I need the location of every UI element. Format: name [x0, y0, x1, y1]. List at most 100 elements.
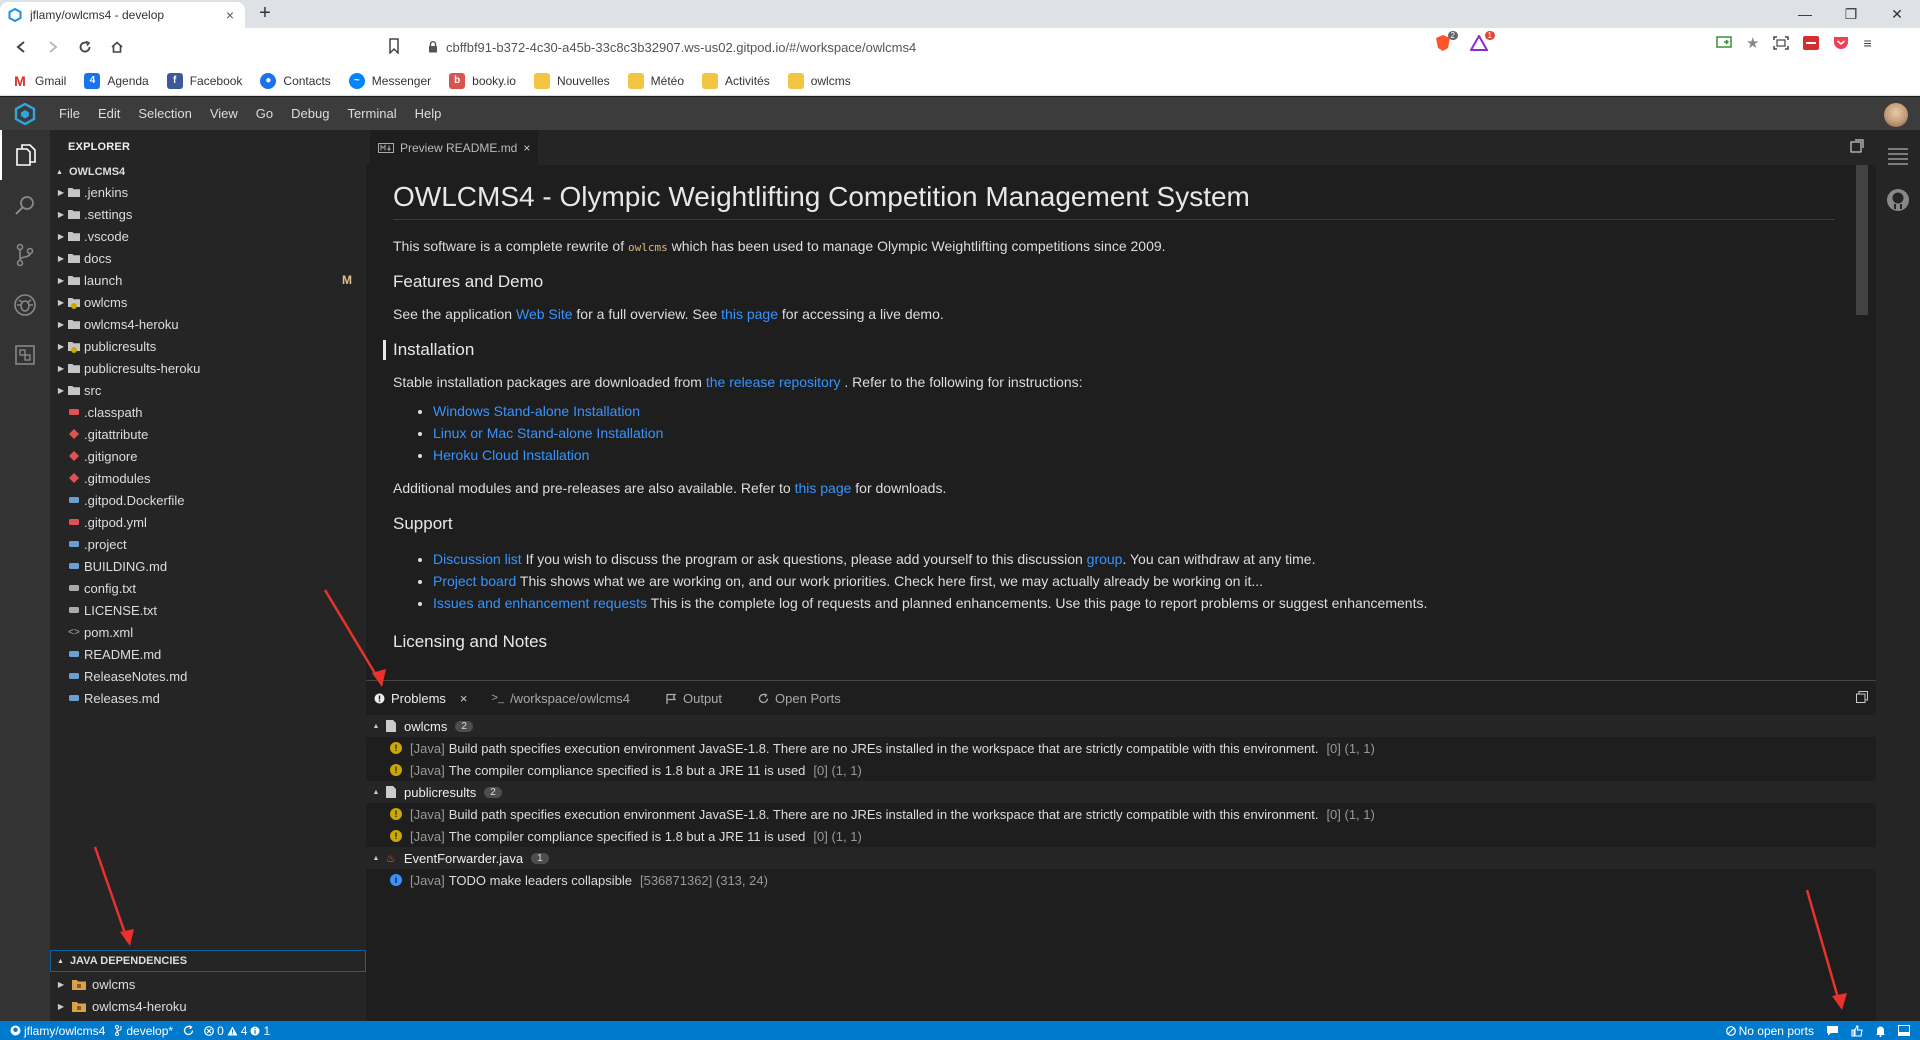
- file-item[interactable]: Releases.md: [50, 687, 366, 709]
- folder-item[interactable]: ▶ publicresults-heroku: [50, 357, 366, 379]
- problem-group[interactable]: ▲ publicresults 2: [366, 781, 1876, 803]
- close-window-icon[interactable]: ✕: [1874, 0, 1920, 28]
- bookmark-booky[interactable]: b booky.io: [449, 72, 516, 89]
- star-icon[interactable]: ★: [1746, 34, 1759, 52]
- menu-edit[interactable]: Edit: [89, 106, 129, 121]
- issues-link[interactable]: Issues and enhancement requests: [433, 595, 647, 611]
- file-item[interactable]: .gitignore: [50, 445, 366, 467]
- repo-item[interactable]: jflamy/owlcms4: [10, 1024, 105, 1038]
- back-icon[interactable]: [5, 31, 37, 63]
- problem-group[interactable]: ▲ owlcms 2: [366, 715, 1876, 737]
- search-icon[interactable]: [0, 180, 50, 230]
- chat-icon[interactable]: [1826, 1025, 1839, 1036]
- bell-icon[interactable]: [1875, 1025, 1886, 1037]
- problem-item[interactable]: ! [Java] Build path specifies execution en…: [366, 737, 1876, 759]
- file-item[interactable]: .project: [50, 533, 366, 555]
- bookmark-contacts[interactable]: ● Contacts: [260, 72, 331, 89]
- release-repository-link[interactable]: the release repository: [706, 374, 841, 390]
- folder-item[interactable]: ▶ .jenkins: [50, 181, 366, 203]
- menu-terminal[interactable]: Terminal: [338, 106, 405, 121]
- bookmark-meteo[interactable]: Météo: [627, 72, 684, 89]
- forward-icon[interactable]: [37, 31, 69, 63]
- file-item[interactable]: ReleaseNotes.md: [50, 665, 366, 687]
- extensions-icon[interactable]: [0, 330, 50, 380]
- explorer-icon[interactable]: [0, 130, 50, 180]
- open-in-new-icon[interactable]: [1850, 139, 1864, 153]
- tab-open-ports[interactable]: Open Ports: [758, 691, 841, 706]
- tab-problems[interactable]: Problems ×: [374, 691, 468, 706]
- menu-view[interactable]: View: [201, 106, 247, 121]
- brave-rewards-icon[interactable]: 1: [1470, 31, 1495, 51]
- folder-item[interactable]: ▶ .vscode: [50, 225, 366, 247]
- group-link[interactable]: group: [1087, 551, 1123, 567]
- user-avatar[interactable]: [1884, 103, 1908, 127]
- file-item[interactable]: LICENSE.txt: [50, 599, 366, 621]
- folder-item[interactable]: ▶ owlcms: [50, 291, 366, 313]
- restore-icon[interactable]: ❐: [1828, 0, 1874, 28]
- folder-item[interactable]: ▶ .settings: [50, 203, 366, 225]
- bookmark-page-icon[interactable]: [388, 38, 400, 54]
- folder-item[interactable]: ▶ docs: [50, 247, 366, 269]
- problem-item[interactable]: ! [Java] The compiler compliance specified…: [366, 825, 1876, 847]
- file-item[interactable]: .gitmodules: [50, 467, 366, 489]
- file-item[interactable]: .gitpod.yml: [50, 511, 366, 533]
- folder-item[interactable]: ▶ owlcms4-heroku: [50, 313, 366, 335]
- windows-install-link[interactable]: Windows Stand-alone Installation: [433, 403, 640, 419]
- dependency-item[interactable]: ▶ owlcms: [50, 973, 366, 995]
- problem-group[interactable]: ▲ ♨ EventForwarder.java 1: [366, 847, 1876, 869]
- folder-item[interactable]: ▶ src: [50, 379, 366, 401]
- layout-icon[interactable]: [1898, 1025, 1910, 1036]
- close-tab-icon[interactable]: ×: [223, 7, 237, 23]
- close-preview-tab-icon[interactable]: ×: [523, 141, 530, 155]
- bookmark-activites[interactable]: Activités: [702, 72, 770, 89]
- extension-red-icon[interactable]: [1803, 36, 1820, 50]
- bookmark-gmail[interactable]: M Gmail: [12, 72, 66, 89]
- menu-debug[interactable]: Debug: [282, 106, 338, 121]
- dependency-item[interactable]: ▶ owlcms4-heroku: [50, 995, 366, 1017]
- debug-icon[interactable]: [0, 280, 50, 330]
- preview-scrollbar[interactable]: [1856, 165, 1868, 315]
- web-site-link[interactable]: Web Site: [516, 306, 573, 322]
- heroku-install-link[interactable]: Heroku Cloud Installation: [433, 447, 589, 463]
- minimize-icon[interactable]: —: [1782, 0, 1828, 28]
- workspace-section-header[interactable]: ▲ OWLCMS4: [50, 163, 366, 181]
- file-item[interactable]: .gitattribute: [50, 423, 366, 445]
- source-control-icon[interactable]: [0, 230, 50, 280]
- ports-item[interactable]: No open ports: [1725, 1024, 1814, 1038]
- bookmark-owlcms[interactable]: owlcms: [787, 72, 851, 89]
- bookmark-facebook[interactable]: f Facebook: [166, 72, 242, 89]
- bookmark-nouvelles[interactable]: Nouvelles: [533, 72, 610, 89]
- file-item[interactable]: config.txt: [50, 577, 366, 599]
- problems-summary[interactable]: 0 4 1: [204, 1024, 270, 1038]
- java-dependencies-header[interactable]: ▲ JAVA DEPENDENCIES: [50, 950, 366, 972]
- downloads-page-link[interactable]: this page: [795, 480, 852, 496]
- preview-readme-tab[interactable]: Preview README.md ×: [370, 130, 539, 165]
- github-icon[interactable]: [1876, 178, 1920, 222]
- menu-file[interactable]: File: [50, 106, 89, 121]
- file-item[interactable]: .gitpod.Dockerfile: [50, 489, 366, 511]
- sync-item[interactable]: [183, 1025, 194, 1036]
- new-tab-button[interactable]: +: [254, 3, 276, 25]
- tab-output[interactable]: Output: [666, 691, 722, 706]
- folder-item[interactable]: ▶ publicresults: [50, 335, 366, 357]
- problem-item[interactable]: ! [Java] The compiler compliance specified…: [366, 759, 1876, 781]
- close-problems-icon[interactable]: ×: [460, 691, 468, 706]
- maximize-panel-icon[interactable]: [1856, 691, 1868, 703]
- browser-tab[interactable]: jflamy/owlcms4 - develop ×: [0, 2, 245, 28]
- bookmark-messenger[interactable]: ~ Messenger: [348, 72, 431, 89]
- outline-icon[interactable]: [1876, 134, 1920, 178]
- home-icon[interactable]: [101, 31, 133, 63]
- problem-item[interactable]: ! [Java] Build path specifies execution en…: [366, 803, 1876, 825]
- linux-mac-install-link[interactable]: Linux or Mac Stand-alone Installation: [433, 425, 663, 441]
- menu-help[interactable]: Help: [406, 106, 451, 121]
- branch-item[interactable]: develop*: [115, 1024, 173, 1038]
- file-item[interactable]: <> pom.xml: [50, 621, 366, 643]
- folder-item[interactable]: ▶ launch M: [50, 269, 366, 291]
- demo-page-link[interactable]: this page: [721, 306, 778, 322]
- discussion-list-link[interactable]: Discussion list: [433, 551, 522, 567]
- project-board-link[interactable]: Project board: [433, 573, 516, 589]
- file-item[interactable]: .classpath: [50, 401, 366, 423]
- browser-menu-icon[interactable]: ≡: [1863, 35, 1871, 51]
- screenshot-icon[interactable]: [1773, 36, 1790, 50]
- file-item[interactable]: README.md: [50, 643, 366, 665]
